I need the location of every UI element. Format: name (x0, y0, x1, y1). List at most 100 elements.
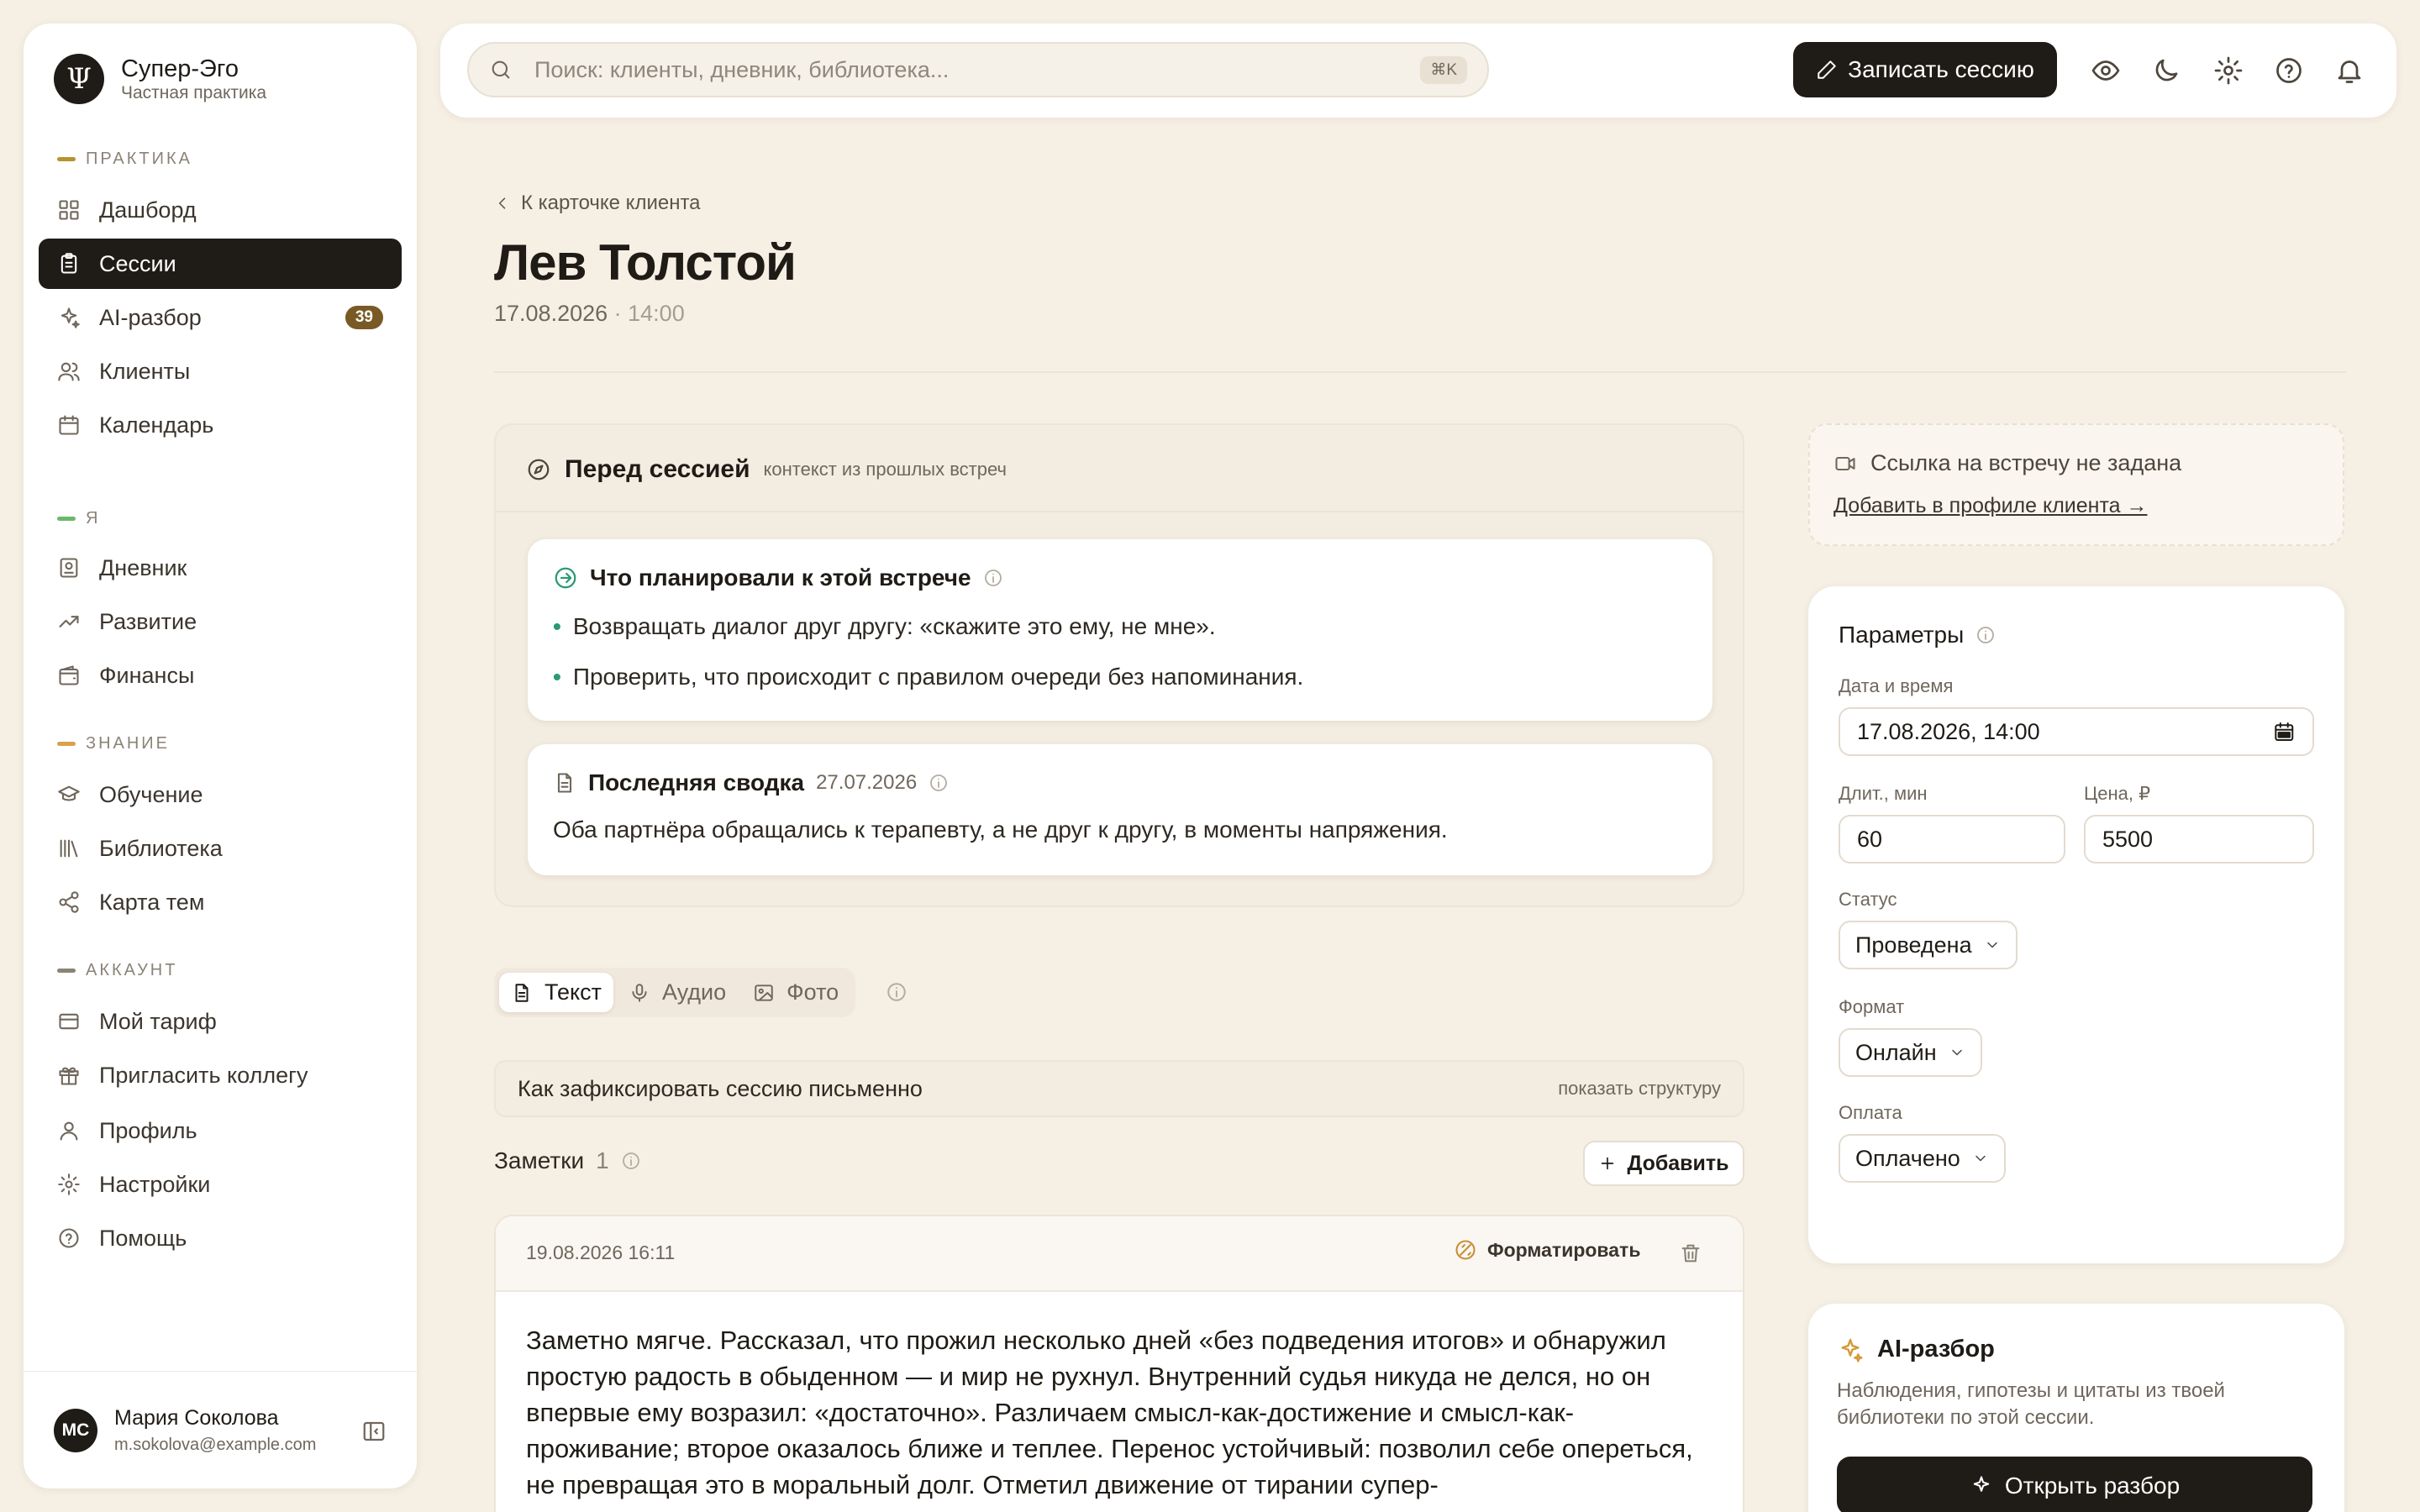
shortcut-hint: ⌘K (1420, 55, 1467, 84)
moon-icon[interactable] (2151, 55, 2181, 86)
tab-label: Текст (544, 979, 602, 1005)
sidebar-item-ai-review[interactable]: AI-разбор 39 (39, 292, 402, 343)
add-meeting-link[interactable]: Добавить в профиле клиента → (1833, 494, 2147, 518)
summary-card-header: Последняя сводка 27.07.2026 (553, 769, 949, 796)
tab-label: Аудио (661, 979, 727, 1005)
sidebar-item-sessions[interactable]: Сессии (39, 239, 402, 289)
divider (496, 511, 1743, 512)
writing-guide-bar[interactable]: Как зафиксировать сессию письменно показ… (494, 1060, 1744, 1117)
info-icon[interactable] (983, 568, 1003, 588)
sidebar-item-invite[interactable]: Пригласить коллегу (39, 1050, 402, 1100)
gear-icon[interactable] (2213, 55, 2244, 86)
sidebar-item-calendar[interactable]: Календарь (39, 400, 402, 450)
notes-count: 1 (596, 1147, 609, 1173)
price-input[interactable] (2102, 826, 2296, 853)
avatar: МС (54, 1408, 97, 1452)
summary-card-title: Последняя сводка (588, 769, 805, 795)
payment-select[interactable]: Оплачено (1839, 1134, 2006, 1183)
compass-icon (526, 457, 551, 482)
sidebar-item-label: Обучение (99, 781, 203, 807)
microphone-icon (629, 982, 650, 1004)
chevron-down-icon (1949, 1044, 1965, 1061)
note-text[interactable]: Заметно мягче. Рассказал, что прожил нес… (526, 1322, 1711, 1503)
sidebar-item-dashboard[interactable]: Дашборд (39, 185, 402, 235)
duration-input[interactable] (1857, 826, 2047, 853)
ai-review-header: AI-разбор (1837, 1336, 1995, 1363)
sidebar-item-settings[interactable]: Настройки (39, 1159, 402, 1210)
eye-icon[interactable] (2091, 55, 2121, 86)
datetime-field[interactable] (1839, 707, 2314, 756)
document-icon (553, 771, 576, 795)
info-icon[interactable] (621, 1151, 641, 1171)
tab-photo[interactable]: Фото (741, 973, 850, 1012)
tab-text[interactable]: Текст (499, 973, 613, 1012)
duration-field[interactable] (1839, 815, 2065, 864)
ai-review-title: AI-разбор (1877, 1336, 1995, 1362)
sidebar-item-label: Финансы (99, 662, 195, 688)
info-icon[interactable] (886, 981, 908, 1003)
pencil-icon (1816, 59, 1838, 81)
collapse-sidebar-icon[interactable] (361, 1419, 387, 1444)
section-label: ПРАКТИКА (86, 150, 192, 168)
arrow-right-circle-icon (553, 565, 578, 591)
wallet-icon (57, 664, 81, 687)
chevron-down-icon (1984, 937, 2001, 953)
sidebar-item-profile[interactable]: Профиль (39, 1105, 402, 1156)
record-session-button[interactable]: Записать сессию (1793, 42, 2057, 97)
sidebar-item-label: Мой тариф (99, 1008, 217, 1034)
user-panel[interactable]: МС Мария Соколова m.sokolova@example.com (24, 1371, 417, 1488)
sidebar-item-journal[interactable]: Дневник (39, 543, 402, 593)
section-account: АККАУНТ (57, 961, 177, 980)
user-name: Мария Соколова (114, 1405, 279, 1430)
sidebar-item-label: Сессии (99, 250, 176, 276)
gift-icon (57, 1063, 81, 1087)
info-icon[interactable] (1975, 625, 1996, 645)
info-icon[interactable] (929, 773, 949, 793)
meeting-link-panel: Ссылка на встречу не задана Добавить в п… (1808, 423, 2344, 546)
show-structure-link[interactable]: показать структуру (1558, 1078, 1721, 1100)
sidebar-item-learning[interactable]: Обучение (39, 769, 402, 820)
brand[interactable]: Ψ Супер-Эго Частная практика (54, 54, 266, 104)
sidebar-item-label: Настройки (99, 1171, 211, 1197)
bullet-dot: • (553, 613, 561, 639)
status-select[interactable]: Проведена (1839, 921, 2018, 969)
format-select[interactable]: Онлайн (1839, 1028, 1982, 1077)
format-note-button[interactable]: Форматировать (1454, 1238, 1640, 1262)
bell-icon[interactable] (2334, 55, 2365, 86)
tab-audio[interactable]: Аудио (617, 973, 738, 1012)
sidebar-item-clients[interactable]: Клиенты (39, 346, 402, 396)
trash-icon[interactable] (1679, 1242, 1702, 1265)
magic-format-icon (1454, 1238, 1477, 1262)
ai-review-panel: AI-разбор Наблюдения, гипотезы и цитаты … (1808, 1304, 2344, 1512)
page-title: Лев Толстой (494, 234, 797, 291)
open-review-button[interactable]: Открыть разбор (1837, 1457, 2312, 1512)
sidebar-item-plan[interactable]: Мой тариф (39, 996, 402, 1047)
calendar-icon[interactable] (2273, 720, 2296, 743)
status-label: Статус (1839, 889, 1897, 910)
sidebar-item-topic-map[interactable]: Карта тем (39, 877, 402, 927)
help-circle-icon[interactable] (2274, 55, 2304, 86)
sidebar-item-growth[interactable]: Развитие (39, 596, 402, 647)
sparkles-icon (57, 306, 81, 329)
section-practice: ПРАКТИКА (57, 150, 192, 169)
plan-card-header: Что планировали к этой встрече (553, 564, 1003, 591)
plan-card: Что планировали к этой встрече • Возвраща… (528, 539, 1712, 721)
add-note-label: Добавить (1627, 1151, 1729, 1175)
plan-item-text: Проверить, что происходит с правилом оче… (572, 664, 1304, 690)
user-email: m.sokolova@example.com (114, 1435, 317, 1454)
add-note-button[interactable]: Добавить (1583, 1141, 1744, 1186)
search-box[interactable]: ⌘K (467, 42, 1489, 97)
back-link[interactable]: К карточке клиента (494, 192, 701, 215)
sidebar-item-library[interactable]: Библиотека (39, 823, 402, 874)
price-field[interactable] (2084, 815, 2314, 864)
search-input[interactable] (534, 56, 1421, 83)
note-card: 19.08.2026 16:11 Форматировать Заметно м… (494, 1215, 1744, 1512)
datetime-input[interactable] (1857, 718, 2274, 745)
price-label: Цена, ₽ (2084, 783, 2151, 804)
graduation-cap-icon (57, 783, 81, 806)
user-icon (57, 1119, 81, 1142)
plan-item-text: Возвращать диалог друг другу: «скажите э… (572, 613, 1216, 639)
sidebar-item-help[interactable]: Помощь (39, 1213, 402, 1263)
sidebar-item-finance[interactable]: Финансы (39, 650, 402, 701)
section-me: Я (57, 509, 100, 528)
